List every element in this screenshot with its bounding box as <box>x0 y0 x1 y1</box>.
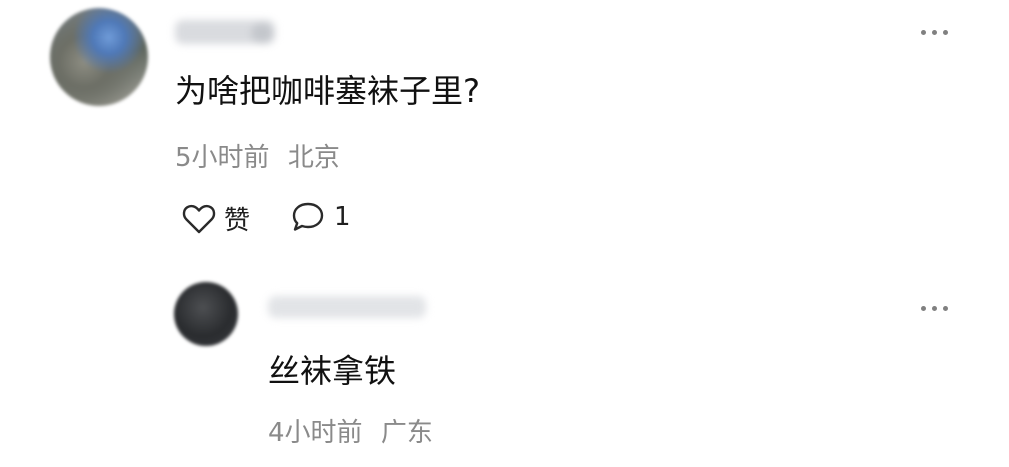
username-blurred[interactable] <box>175 20 275 44</box>
more-dot <box>921 30 926 35</box>
more-dot <box>943 306 948 311</box>
more-options-button[interactable] <box>921 30 948 35</box>
comment-location: 北京 <box>287 143 340 173</box>
more-dot <box>932 30 937 35</box>
comment-bubble-icon <box>290 200 326 234</box>
reply-time: 4小时前 <box>268 418 363 448</box>
more-dot <box>921 306 926 311</box>
comment-text: 为啥把咖啡塞袜子里? <box>175 72 480 110</box>
comment-time: 5小时前 <box>175 143 270 173</box>
reply-text: 丝袜拿铁 <box>268 352 397 390</box>
reply-more-options-button[interactable] <box>921 306 948 311</box>
reply-count: 1 <box>334 202 351 232</box>
like-label: 赞 <box>224 206 251 236</box>
more-dot <box>943 30 948 35</box>
reply-username-blurred[interactable] <box>268 296 426 318</box>
heart-icon <box>182 203 216 235</box>
reply-button[interactable]: 1 <box>290 200 351 234</box>
reply-meta: 4小时前 广东 <box>268 418 433 449</box>
reply-location: 广东 <box>380 418 433 448</box>
comment-meta: 5小时前 北京 <box>175 143 340 174</box>
reply-avatar[interactable] <box>174 282 238 346</box>
avatar[interactable] <box>50 8 148 106</box>
more-dot <box>932 306 937 311</box>
like-button[interactable]: 赞 <box>182 200 250 237</box>
